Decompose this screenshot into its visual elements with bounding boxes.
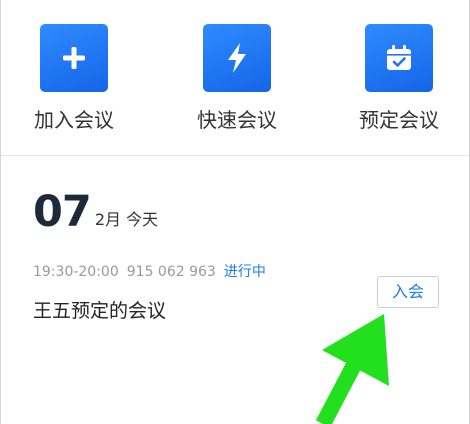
meeting-meta: 19:30-20:00 915 062 963 进行中	[33, 261, 274, 281]
schedule-meeting-label: 预定会议	[359, 108, 439, 132]
quick-meeting-tile[interactable]	[203, 24, 271, 92]
date-month-today: 2月 今天	[94, 210, 159, 229]
plus-icon	[63, 47, 85, 69]
quick-meeting-label: 快速会议	[197, 108, 277, 132]
meeting-title[interactable]: 王五预定的会议	[33, 296, 166, 323]
schedule-meeting-action[interactable]: 预定会议	[344, 24, 454, 133]
join-meeting-button[interactable]: 入会	[377, 276, 439, 308]
join-meeting-action[interactable]: 加入会议	[19, 24, 129, 133]
quick-actions-bar: 加入会议 快速会议 预定会议	[1, 0, 469, 156]
lightning-icon	[228, 43, 246, 73]
meeting-id: 915 062 963	[126, 264, 216, 280]
join-meeting-tile[interactable]	[40, 24, 108, 92]
date-day: 07	[33, 187, 92, 237]
meeting-date-header: 07 2月 今天	[33, 188, 158, 236]
meeting-status-badge: 进行中	[223, 264, 266, 280]
meeting-time: 19:30-20:00	[33, 264, 119, 280]
calendar-check-icon	[387, 45, 411, 70]
schedule-meeting-tile[interactable]	[365, 24, 433, 92]
join-meeting-label: 加入会议	[34, 108, 114, 132]
quick-meeting-action[interactable]: 快速会议	[182, 24, 292, 133]
meeting-app-screen: 加入会议 快速会议 预定会议 07 2月 今天 19:30-20:00 915 …	[0, 0, 470, 424]
